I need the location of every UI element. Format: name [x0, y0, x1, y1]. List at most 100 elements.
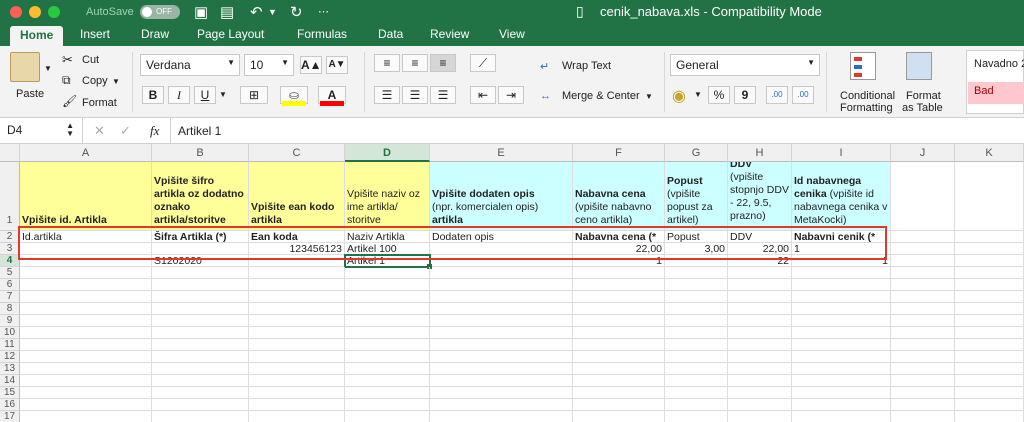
cell[interactable] — [728, 279, 792, 291]
cell[interactable] — [152, 291, 249, 303]
row-header[interactable]: 8 — [0, 303, 20, 315]
sidebar-icon[interactable]: ▣ — [194, 3, 208, 21]
zoom-window-button[interactable] — [48, 6, 60, 18]
align-top-button[interactable]: ≡ — [374, 54, 400, 72]
cell[interactable] — [728, 339, 792, 351]
decrease-indent-button[interactable]: ⇤ — [470, 86, 496, 104]
header-cell-d[interactable]: Vpišite naziv oz ime artikla/ storitve — [345, 162, 430, 231]
cell-h4[interactable]: 22 — [728, 255, 792, 267]
cell[interactable] — [573, 411, 665, 422]
cell[interactable] — [430, 375, 573, 387]
paste-button[interactable]: Paste — [16, 88, 44, 100]
column-header[interactable]: E — [430, 144, 573, 162]
wrap-text-icon[interactable]: ↵ — [540, 60, 549, 73]
select-all-button[interactable] — [0, 144, 20, 162]
formula-input[interactable]: Artikel 1 — [178, 124, 221, 138]
cell[interactable] — [20, 315, 152, 327]
minimize-window-button[interactable] — [29, 6, 41, 18]
cell-c4[interactable] — [249, 255, 345, 267]
cell[interactable] — [573, 303, 665, 315]
font-name-select[interactable]: Verdana ▼ — [140, 54, 240, 76]
paste-dropdown-icon[interactable]: ▼ — [44, 64, 52, 73]
underline-dropdown-icon[interactable]: ▼ — [219, 90, 227, 99]
cell[interactable] — [891, 327, 955, 339]
cell[interactable] — [152, 351, 249, 363]
cell[interactable] — [665, 291, 728, 303]
undo-dropdown-icon[interactable]: ▼ — [268, 7, 277, 17]
cell[interactable] — [430, 267, 573, 279]
cell[interactable] — [955, 315, 1024, 327]
column-header[interactable]: B — [152, 144, 249, 162]
row-header[interactable]: 16 — [0, 399, 20, 411]
cell[interactable] — [345, 291, 430, 303]
cell[interactable] — [792, 387, 891, 399]
cell[interactable] — [573, 267, 665, 279]
cell[interactable] — [955, 255, 1024, 267]
cell[interactable] — [955, 231, 1024, 243]
cell[interactable] — [665, 339, 728, 351]
cell[interactable] — [891, 279, 955, 291]
column-header[interactable]: H — [728, 144, 792, 162]
cell[interactable] — [249, 351, 345, 363]
cell-g2[interactable]: Popust — [665, 231, 728, 243]
cell[interactable] — [792, 339, 891, 351]
cell[interactable] — [955, 387, 1024, 399]
cell[interactable] — [665, 375, 728, 387]
cell[interactable] — [152, 363, 249, 375]
cell-f2[interactable]: Nabavna cena (* — [573, 231, 665, 243]
align-bottom-button[interactable]: ≡ — [430, 54, 456, 72]
cell[interactable] — [728, 327, 792, 339]
tab-review[interactable]: Review — [430, 27, 469, 41]
cell[interactable] — [573, 363, 665, 375]
cell[interactable] — [20, 327, 152, 339]
orientation-button[interactable]: ⟋ — [470, 54, 496, 72]
accounting-dropdown-icon[interactable]: ▼ — [694, 90, 702, 99]
cell-b2[interactable]: Šifra Artikla (*) — [152, 231, 249, 243]
cell[interactable] — [665, 279, 728, 291]
cell[interactable] — [955, 363, 1024, 375]
format-painter-button[interactable]: Format — [82, 97, 117, 109]
tab-data[interactable]: Data — [378, 27, 403, 41]
cell[interactable] — [891, 339, 955, 351]
cell[interactable] — [249, 327, 345, 339]
cell[interactable] — [955, 339, 1024, 351]
cancel-icon[interactable]: ✕ — [94, 123, 105, 139]
cell[interactable] — [728, 387, 792, 399]
cell[interactable] — [345, 327, 430, 339]
cell[interactable] — [152, 279, 249, 291]
cell[interactable] — [955, 162, 1024, 231]
percent-button[interactable]: % — [708, 86, 730, 104]
format-as-table-icon[interactable] — [906, 52, 932, 80]
cell[interactable] — [152, 399, 249, 411]
cell[interactable] — [20, 375, 152, 387]
conditional-formatting-label-1[interactable]: Conditional — [840, 90, 895, 102]
cell[interactable] — [345, 279, 430, 291]
cell[interactable] — [430, 387, 573, 399]
cell[interactable] — [891, 303, 955, 315]
underline-button[interactable]: U — [194, 86, 216, 104]
cell[interactable] — [430, 315, 573, 327]
close-window-button[interactable] — [10, 6, 22, 18]
style-normal[interactable]: Navadno 2 — [974, 58, 1024, 70]
merge-dropdown-icon[interactable]: ▼ — [645, 92, 653, 101]
cell[interactable] — [573, 339, 665, 351]
cell[interactable] — [20, 399, 152, 411]
cell[interactable] — [345, 387, 430, 399]
cell-d2[interactable]: Naziv Artikla — [345, 231, 430, 243]
cell[interactable] — [955, 351, 1024, 363]
row-header[interactable]: 2 — [0, 231, 20, 243]
cell[interactable] — [573, 315, 665, 327]
align-middle-button[interactable]: ≡ — [402, 54, 428, 72]
cell[interactable] — [573, 375, 665, 387]
cell[interactable] — [665, 363, 728, 375]
cell[interactable] — [430, 291, 573, 303]
cell[interactable] — [792, 315, 891, 327]
header-cell-c[interactable]: Vpišite ean kodo artikla — [249, 162, 345, 231]
cell[interactable] — [345, 351, 430, 363]
row-header[interactable]: 5 — [0, 267, 20, 279]
row-header[interactable]: 17 — [0, 411, 20, 422]
cell[interactable] — [573, 399, 665, 411]
header-cell-h[interactable]: DDV (vpišite stopnjo DDV - 22, 9.5, prazn… — [728, 162, 792, 231]
cut-button[interactable]: Cut — [82, 54, 99, 66]
comma-style-button[interactable]: 9 — [734, 86, 756, 104]
